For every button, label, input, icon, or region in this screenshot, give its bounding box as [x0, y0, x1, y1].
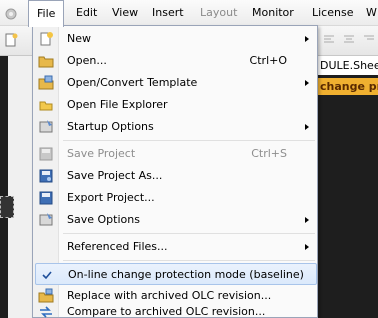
- menu-bar: File Edit View Insert Layout Monitor Lic…: [0, 0, 378, 27]
- menu-separator: [63, 233, 315, 234]
- align-right-icon[interactable]: [362, 33, 376, 47]
- menu-separator: [63, 260, 315, 261]
- menu-item-save-project: Save Project Ctrl+S: [35, 143, 317, 165]
- new-document-icon[interactable]: [4, 33, 18, 47]
- checkmark-icon: [42, 271, 52, 280]
- menu-separator: [63, 140, 315, 141]
- open-template-icon: [38, 75, 54, 90]
- diagram-block[interactable]: [0, 196, 14, 218]
- submenu-arrow-icon: [305, 244, 309, 250]
- menu-file[interactable]: File: [28, 0, 65, 27]
- menu-item-open-convert-template[interactable]: Open/Convert Template: [35, 72, 317, 94]
- menu-item-new[interactable]: New: [35, 28, 317, 50]
- menu-license[interactable]: License: [304, 0, 361, 26]
- menu-item-label: Compare to archived OLC revision...: [67, 305, 266, 318]
- file-explorer-icon: [39, 101, 53, 111]
- menu-item-online-change-protection[interactable]: On-line change protection mode (baseline…: [35, 263, 317, 285]
- shortcut-text: Ctrl+S: [251, 147, 287, 160]
- compare-revision-icon: [40, 306, 52, 318]
- menu-item-label: Save Project As...: [67, 169, 163, 182]
- shortcut-text: Ctrl+O: [249, 54, 287, 67]
- menu-item-label: Open...: [67, 54, 107, 67]
- align-center-icon[interactable]: [342, 33, 356, 47]
- menu-item-export-project[interactable]: Export Project...: [35, 187, 317, 209]
- export-icon: [39, 191, 53, 205]
- menu-item-save-options[interactable]: Save Options: [35, 209, 317, 231]
- submenu-arrow-icon: [305, 124, 309, 130]
- new-document-icon: [40, 32, 53, 46]
- menu-monitor[interactable]: Monitor: [244, 0, 302, 26]
- olc-banner: change pr: [318, 78, 378, 95]
- save-options-icon: [39, 213, 53, 226]
- menu-item-label: New: [67, 32, 91, 45]
- workspace-right: [318, 56, 378, 318]
- menu-item-label: Export Project...: [67, 191, 155, 204]
- menu-item-save-project-as[interactable]: Save Project As...: [35, 165, 317, 187]
- menu-item-compare-olc-revision[interactable]: Compare to archived OLC revision...: [35, 301, 317, 318]
- menu-view[interactable]: View: [104, 0, 146, 26]
- menu-item-label: Open File Explorer: [67, 98, 168, 111]
- menu-item-startup-options[interactable]: Startup Options: [35, 116, 317, 138]
- menu-item-label: Save Project: [67, 147, 136, 160]
- menu-window[interactable]: W: [358, 0, 378, 26]
- save-icon: [39, 147, 53, 161]
- open-folder-icon: [38, 56, 54, 68]
- gear-icon[interactable]: [4, 7, 18, 21]
- workspace-left: [0, 56, 8, 318]
- menu-edit[interactable]: Edit: [68, 0, 105, 26]
- save-as-icon: [39, 169, 53, 183]
- document-tab[interactable]: DULE.Sheet: [318, 56, 378, 75]
- startup-options-icon: [39, 120, 53, 133]
- menu-item-label: Startup Options: [67, 120, 154, 133]
- menu-item-label: Open/Convert Template: [67, 76, 198, 89]
- menu-item-open[interactable]: Open... Ctrl+O: [35, 50, 317, 72]
- menu-item-label: Referenced Files...: [67, 240, 168, 253]
- menu-item-referenced-files[interactable]: Referenced Files...: [35, 236, 317, 258]
- menu-item-label: Save Options: [67, 213, 140, 226]
- menu-insert[interactable]: Insert: [144, 0, 192, 26]
- menu-item-open-file-explorer[interactable]: Open File Explorer: [35, 94, 317, 116]
- align-left-icon[interactable]: [322, 33, 336, 47]
- menu-layout: Layout: [200, 6, 238, 19]
- submenu-arrow-icon: [305, 217, 309, 223]
- file-menu: New Open... Ctrl+O Open/Convert Template…: [32, 25, 318, 318]
- submenu-arrow-icon: [305, 36, 309, 42]
- menu-item-label: On-line change protection mode (baseline…: [68, 268, 304, 281]
- submenu-arrow-icon: [305, 80, 309, 86]
